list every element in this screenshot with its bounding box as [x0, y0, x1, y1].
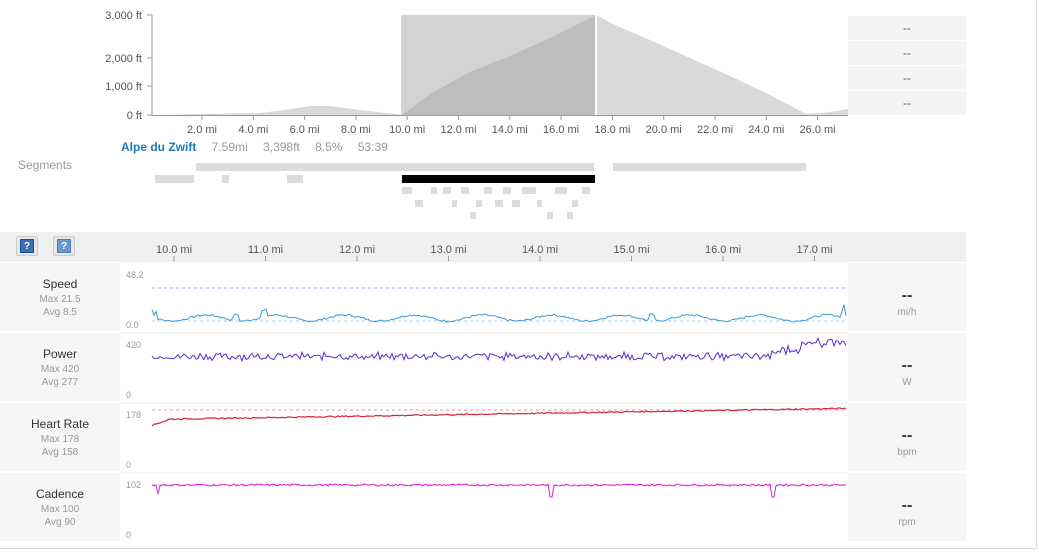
segment-bar[interactable]	[155, 175, 194, 183]
stat-value-1: --	[848, 16, 966, 40]
speed-stream-line[interactable]	[151, 304, 847, 323]
detail-axis-label: 11.0 mi	[248, 244, 283, 256]
detail-axis-label: 16.0 mi	[705, 244, 741, 256]
segment-grade: 8.5%	[315, 140, 343, 154]
help-button-secondary[interactable]: ?	[53, 236, 75, 256]
y-tick-label: 0 ft	[127, 110, 142, 122]
speed-axis-bottom: 0.0	[126, 320, 139, 330]
heart-rate-stream-line[interactable]	[151, 407, 847, 427]
power-stream-line[interactable]	[151, 337, 847, 363]
x-tick-label: 10.0 mi	[389, 124, 425, 136]
x-tick-label: 26.0 mi	[800, 124, 836, 136]
power-axis-top: 420	[126, 340, 141, 350]
cadence-stream-line[interactable]	[151, 483, 847, 498]
x-tick-label: 18.0 mi	[594, 124, 630, 136]
segment-time: 53:39	[357, 140, 388, 154]
segment-distance: 7.59mi	[211, 140, 248, 154]
stream-value-speed: -- mi/h	[848, 263, 966, 331]
x-tick-label: 22.0 mi	[697, 124, 733, 136]
stream-label-speed: Speed Max 21.5 Avg 8.5	[0, 263, 120, 331]
y-tick-label: 1,000 ft	[105, 81, 142, 93]
selected-segment-info: Alpe du Zwift 7.59mi 3,398ft 8.5% 53:39	[121, 140, 400, 154]
x-tick-label: 24.0 mi	[748, 124, 784, 136]
stream-charts[interactable]: 48.2 0.0 420 0 178 0 102 0	[120, 263, 848, 543]
segment-bar[interactable]	[222, 175, 229, 183]
heart-rate-axis-bottom: 0	[126, 460, 131, 470]
detail-distance-axis: 10.0 mi 11.0 mi 12.0 mi 13.0 mi 14.0 mi 15.0 …	[156, 244, 833, 261]
segment-bar[interactable]	[613, 163, 806, 171]
stream-value-heart-rate: -- bpm	[848, 403, 966, 471]
question-icon: ?	[57, 239, 71, 253]
stream-label-power: Power Max 420 Avg 277	[0, 333, 120, 401]
stat-value-3: --	[848, 66, 966, 90]
y-tick-label: 3,000 ft	[105, 10, 142, 22]
detail-axis-label: 10.0 mi	[156, 244, 192, 256]
y-tick-label: 2,000 ft	[105, 53, 142, 65]
elevation-chart[interactable]: 3,000 ft 2,000 ft 1,000 ft 0 ft 2.0 mi 4.0 m…	[0, 0, 850, 140]
help-button[interactable]: ?	[16, 236, 38, 256]
stream-label-cadence: Cadence Max 100 Avg 90	[0, 473, 120, 541]
detail-axis-label: 15.0 mi	[613, 244, 649, 256]
x-tick-label: 14.0 mi	[492, 124, 528, 136]
cadence-axis-top: 102	[126, 480, 141, 490]
segment-bar[interactable]	[196, 163, 594, 171]
question-icon: ?	[20, 239, 34, 253]
segment-name-link[interactable]: Alpe du Zwift	[121, 140, 196, 154]
segment-small-bars[interactable]	[402, 187, 590, 219]
stream-label-heart-rate: Heart Rate Max 178 Avg 158	[0, 403, 120, 471]
segment-elevation: 3,398ft	[263, 140, 300, 154]
x-tick-label: 2.0 mi	[187, 124, 217, 136]
detail-axis-label: 14.0 mi	[522, 244, 558, 256]
x-tick-label: 20.0 mi	[646, 124, 682, 136]
x-tick-label: 12.0 mi	[440, 124, 476, 136]
cadence-axis-bottom: 0	[126, 530, 131, 540]
x-tick-label: 8.0 mi	[341, 124, 371, 136]
power-axis-bottom: 0	[126, 390, 131, 400]
speed-axis-top: 48.2	[126, 270, 144, 280]
segment-bar[interactable]	[287, 175, 303, 183]
heart-rate-axis-top: 178	[126, 410, 141, 420]
stream-value-power: -- W	[848, 333, 966, 401]
x-tick-label: 4.0 mi	[238, 124, 268, 136]
detail-axis-label: 12.0 mi	[339, 244, 375, 256]
stat-value-2: --	[848, 41, 966, 65]
x-tick-label: 16.0 mi	[543, 124, 579, 136]
segments-track[interactable]	[0, 160, 850, 222]
detail-axis-label: 13.0 mi	[430, 244, 466, 256]
segment-bar-selected[interactable]	[402, 175, 595, 183]
stat-value-4: --	[848, 91, 966, 115]
detail-axis-label: 17.0 mi	[796, 244, 832, 256]
stream-value-cadence: -- rpm	[848, 473, 966, 541]
x-tick-label: 6.0 mi	[290, 124, 320, 136]
